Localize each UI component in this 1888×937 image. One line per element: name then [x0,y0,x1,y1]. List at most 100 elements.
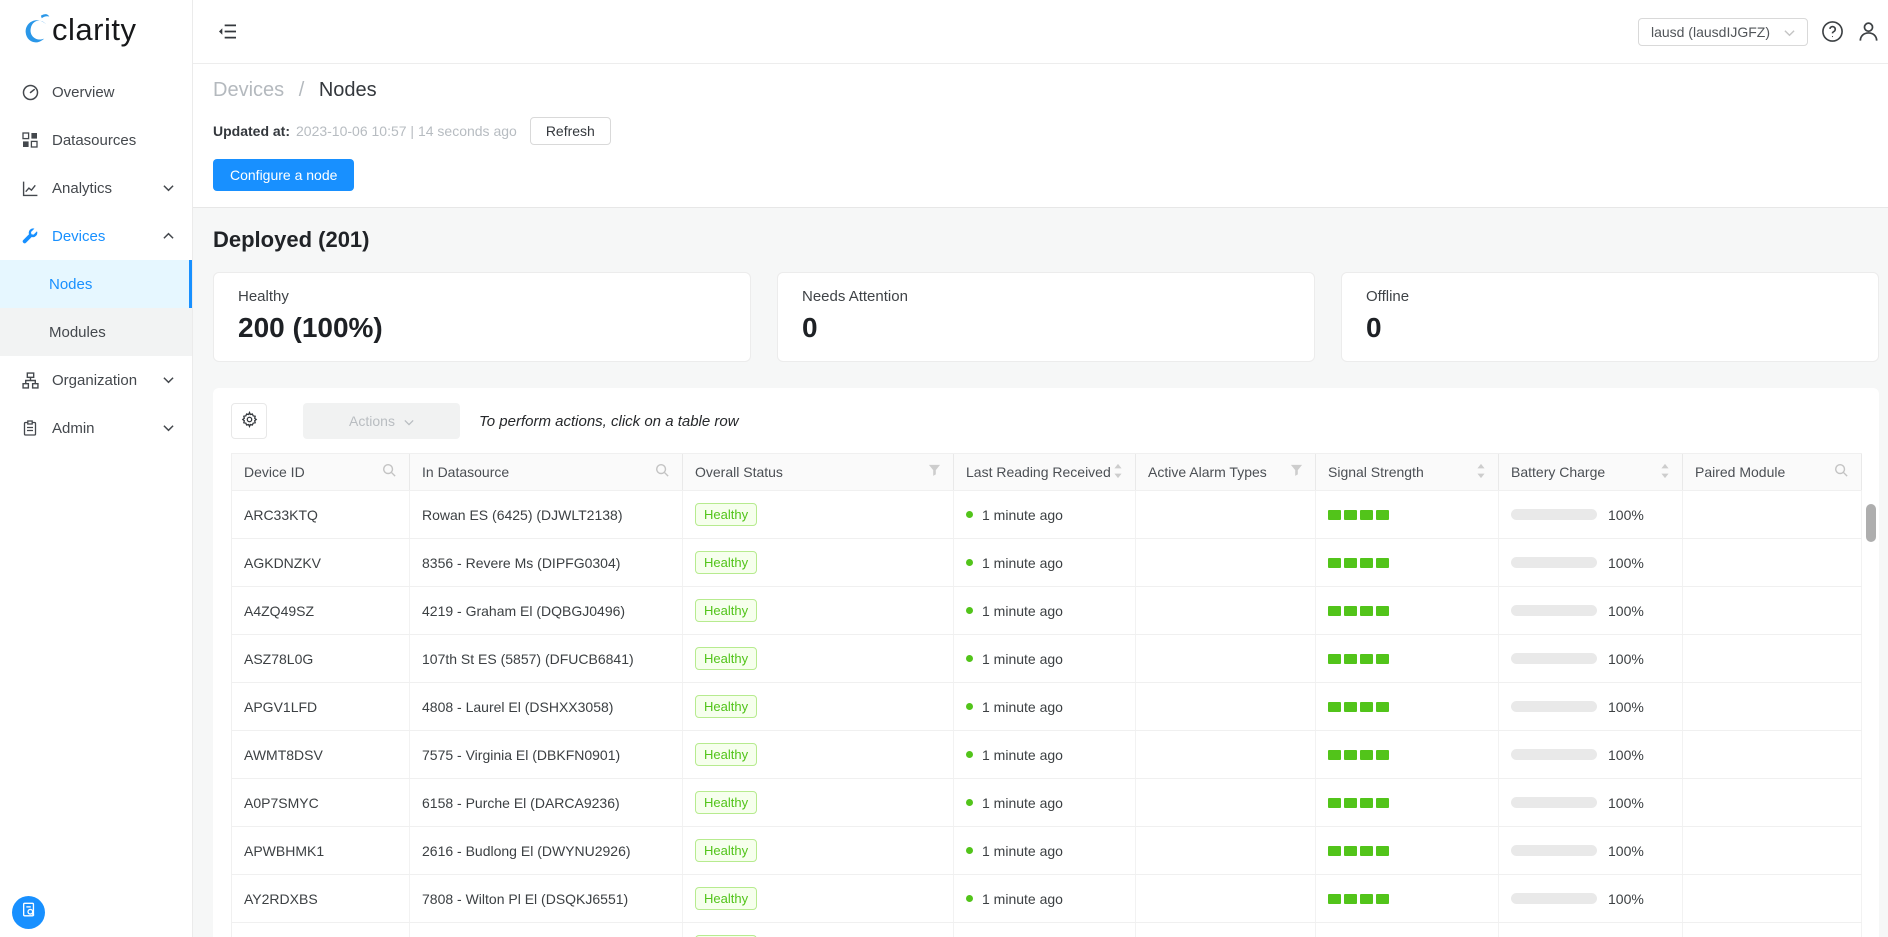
cell-device-id: A4ZQ49SZ [232,587,410,634]
cell-paired-module [1683,875,1862,922]
cell-device-id: A0TPLKYL [232,923,410,937]
column-header-last-reading-received[interactable]: Last Reading Received [954,454,1136,490]
search-icon[interactable] [382,463,397,481]
table-row[interactable]: APGV1LFD4808 - Laurel El (DSHXX3058)Heal… [232,683,1862,731]
cell-signal-strength [1316,875,1499,922]
cell-datasource: 8356 - Revere Ms (DIPFG0304) [410,539,683,586]
online-dot-icon [966,511,973,518]
search-icon[interactable] [1834,463,1849,481]
sidebar-item-devices[interactable]: Devices [0,212,192,260]
table-settings-button[interactable] [231,403,267,439]
sort-icon[interactable] [1476,463,1486,482]
nodes-table-card: Actions To perform actions, click on a t… [213,388,1879,937]
clipboard-icon [22,419,40,437]
user-icon[interactable] [1857,20,1880,43]
online-dot-icon [966,655,973,662]
table-row[interactable]: ASZ78L0G107th St ES (5857) (DFUCB6841)He… [232,635,1862,683]
column-header-overall-status[interactable]: Overall Status [683,454,954,490]
sidebar-item-overview[interactable]: Overview [0,68,192,116]
table-row[interactable]: ARC33KTQRowan ES (6425) (DJWLT2138)Healt… [232,491,1862,539]
table-row[interactable]: APWBHMK12616 - Budlong El (DWYNU2926)Hea… [232,827,1862,875]
column-header-active-alarm-types[interactable]: Active Alarm Types [1136,454,1316,490]
table-hint-text: To perform actions, click on a table row [479,413,739,430]
online-dot-icon [966,703,973,710]
status-badge: Healthy [695,695,757,718]
sidebar-item-datasources[interactable]: Datasources [0,116,192,164]
table-row[interactable]: A4ZQ49SZ4219 - Graham El (DQBGJ0496)Heal… [232,587,1862,635]
sort-icon[interactable] [1113,463,1123,482]
breadcrumb-devices[interactable]: Devices [213,79,284,101]
app-root: clarity Overview Datasources Analytics [0,0,1888,937]
filter-icon[interactable] [928,464,941,480]
brand-name: clarity [52,12,136,48]
battery-bar [1511,701,1597,712]
cell-alarm-types [1136,539,1316,586]
cell-status: Healthy [683,731,954,778]
table-toolbar: Actions To perform actions, click on a t… [231,403,1879,439]
table-row[interactable]: AWMT8DSV7575 - Virginia El (DBKFN0901)He… [232,731,1862,779]
cell-datasource: 4808 - Laurel El (DSHXX3058) [410,683,683,730]
status-badge: Healthy [695,791,757,814]
cell-last-reading: 1 minute ago [954,875,1136,922]
gear-icon [241,411,258,431]
org-selector[interactable]: lausd (lausdIJGFZ) [1638,18,1808,46]
floating-report-button[interactable] [12,896,45,929]
column-header-in-datasource[interactable]: In Datasource [410,454,683,490]
column-header-paired-module[interactable]: Paired Module [1683,454,1862,490]
cell-last-reading: 1 minute ago [954,923,1136,937]
sidebar-item-admin[interactable]: Admin [0,404,192,452]
online-dot-icon [966,751,973,758]
table-header: Device IDIn DatasourceOverall StatusLast… [232,453,1862,491]
cell-datasource: 42nd St ES (3959) (DRXWA5919) [410,923,683,937]
cell-last-reading: 1 minute ago [954,539,1136,586]
cell-alarm-types [1136,923,1316,937]
sort-icon[interactable] [1660,463,1670,482]
sidebar-collapse-button[interactable] [218,23,237,40]
cell-datasource: 6158 - Purche El (DARCA9236) [410,779,683,826]
table-row[interactable]: A0TPLKYL42nd St ES (3959) (DRXWA5919)Hea… [232,923,1862,937]
sidebar-menu: Overview Datasources Analytics [0,68,192,452]
stat-cards: Healthy 200 (100%) Needs Attention 0 Off… [213,272,1879,362]
cell-paired-module [1683,539,1862,586]
table-row[interactable]: AY2RDXBS7808 - Wilton Pl El (DSQKJ6551)H… [232,875,1862,923]
column-header-signal-strength[interactable]: Signal Strength [1316,454,1499,490]
cell-device-id: A0P7SMYC [232,779,410,826]
cell-datasource: Rowan ES (6425) (DJWLT2138) [410,491,683,538]
table-row[interactable]: A0P7SMYC6158 - Purche El (DARCA9236) Heal… [232,779,1862,827]
search-icon[interactable] [655,463,670,481]
cell-battery-charge: 100% [1499,539,1683,586]
filter-icon[interactable] [1290,464,1303,480]
signal-strength-bars [1328,510,1389,520]
cell-signal-strength [1316,731,1499,778]
column-header-device-id[interactable]: Device ID [232,454,410,490]
cell-status: Healthy [683,875,954,922]
table-scrollbar-thumb[interactable] [1866,504,1876,542]
refresh-button[interactable]: Refresh [530,117,611,145]
signal-strength-bars [1328,846,1389,856]
chevron-down-icon [163,376,174,384]
cell-status: Healthy [683,491,954,538]
table-row[interactable]: AGKDNZKV8356 - Revere Ms (DIPFG0304)Heal… [232,539,1862,587]
gauge-icon [22,83,40,101]
sidebar-item-nodes[interactable]: Nodes [0,260,192,308]
status-badge: Healthy [695,647,757,670]
cell-paired-module [1683,779,1862,826]
battery-bar [1511,509,1597,520]
sidebar-item-analytics[interactable]: Analytics [0,164,192,212]
status-badge: Healthy [695,839,757,862]
actions-button[interactable]: Actions [303,403,460,439]
configure-node-button[interactable]: Configure a node [213,159,354,191]
cell-signal-strength [1316,923,1499,937]
column-header-battery-charge[interactable]: Battery Charge [1499,454,1683,490]
sidebar-item-modules[interactable]: Modules [0,308,192,356]
status-badge: Healthy [695,551,757,574]
brand-logo: clarity [0,0,192,68]
battery-bar [1511,845,1597,856]
topbar: lausd (lausdIJGFZ) [193,0,1888,64]
sidebar-item-organization[interactable]: Organization [0,356,192,404]
clarity-logo-icon [24,12,51,48]
help-icon[interactable] [1821,20,1844,43]
chevron-up-icon [163,232,174,240]
document-search-icon [21,902,37,923]
updated-label: Updated at: [213,123,290,139]
